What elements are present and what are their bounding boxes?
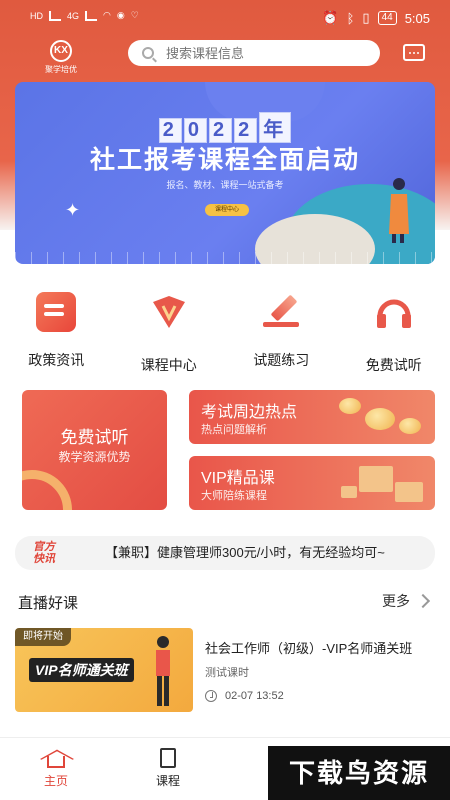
app-notify-icon: ◉ [116, 10, 125, 20]
coin-decoration [365, 408, 395, 430]
quick-item-policy[interactable]: 政策资讯 [0, 292, 113, 372]
signal-4g-icon: 4G [67, 10, 80, 21]
status-bar: HD 4G ◠ ◉ ♡ ⏰ ᛒ ▯ 44 5:05 [0, 0, 450, 36]
more-label: 更多 [382, 593, 410, 609]
box-decoration [341, 486, 357, 498]
course-thumbnail[interactable]: 即将开始 VIP名师通关班 [15, 628, 193, 712]
teacher-illustration [156, 636, 170, 706]
tag-line: 快讯 [33, 553, 55, 565]
quick-item-label: 课程中心 [140, 357, 197, 373]
quick-menu: 政策资讯 课程中心 试题练习 免费试听 [0, 292, 450, 373]
vibrate-icon: ▯ [362, 10, 370, 25]
box-decoration [395, 482, 423, 502]
card-subtitle: 大师陪练课程 [201, 490, 267, 502]
tab-label: 主页 [43, 774, 68, 788]
status-right: ⏰ ᛒ ▯ 44 5:05 [322, 10, 430, 26]
upcoming-badge: 即将开始 [15, 628, 71, 646]
quick-item-label: 免费试听 [365, 357, 422, 373]
alarm-icon: ⏰ [322, 10, 339, 25]
ticker-text: 【兼职】健康管理师300元/小时，有无经验均可~ [105, 545, 385, 560]
official-news-tag: 官方 快讯 [33, 541, 85, 565]
sparkle-icon: ✦ [65, 200, 81, 220]
banner-title: 社工报考课程全面启动 [89, 146, 360, 174]
status-left: HD 4G ◠ ◉ ♡ [30, 10, 139, 21]
search-icon [142, 47, 154, 59]
tag-line: 官方 [33, 541, 55, 553]
year-char: 年 [259, 112, 292, 143]
search-bar[interactable] [128, 40, 380, 66]
clock-icon [205, 690, 217, 702]
card-title: 考试周边热点 [201, 404, 298, 421]
card-title: 免费试听 [60, 428, 129, 447]
course-time: 02-07 13:52 [205, 690, 284, 702]
card-title: VIP精品课 [201, 470, 275, 487]
quick-item-exam[interactable]: 试题练习 [225, 292, 338, 372]
coin-decoration [399, 418, 421, 434]
book-icon [160, 748, 176, 768]
watermark: 下载鸟资源 [268, 746, 450, 800]
tab-home[interactable]: 主页 [0, 738, 112, 800]
quick-item-trial[interactable]: 免费试听 [338, 292, 450, 373]
logo-text: 聚学培优 [45, 65, 77, 74]
wifi-icon: ◠ [103, 10, 111, 20]
card-subtitle: 教学资源优势 [58, 450, 131, 464]
course-time-text: 02-07 13:52 [225, 690, 284, 702]
box-decoration [359, 466, 393, 492]
coin-decoration [339, 398, 361, 414]
banner-button[interactable]: 课程中心 [205, 204, 249, 216]
promo-banner[interactable]: 2022年 社工报考课程全面启动 报名、教材、课程一站式备考 课程中心 ✦ [15, 82, 435, 264]
signal-icon-2 [85, 10, 98, 21]
logo-mark: KX [50, 40, 72, 62]
section-title: 直播好课 [18, 595, 79, 612]
course-subtitle: 测试课时 [205, 667, 249, 679]
clock-time: 5:05 [404, 10, 430, 26]
thumbnail-text: VIP名师通关班 [29, 658, 134, 682]
quick-item-course[interactable]: 课程中心 [113, 292, 226, 373]
more-link[interactable]: 更多 [382, 591, 431, 611]
heart-icon: ♡ [130, 10, 139, 20]
search-input[interactable] [166, 45, 366, 61]
quick-item-label: 政策资讯 [28, 352, 85, 368]
app-logo[interactable]: KX 聚学培优 [36, 40, 86, 75]
banner-ruler-decoration [15, 252, 435, 264]
home-icon [47, 756, 65, 768]
course-icon [152, 296, 185, 328]
bluetooth-icon: ᛒ [346, 10, 355, 26]
message-icon[interactable] [403, 44, 425, 61]
course-name[interactable]: 社会工作师（初级）-VIP名师通关班 [205, 638, 435, 657]
student-illustration [389, 178, 409, 243]
news-icon [36, 292, 77, 332]
card-subtitle: 热点问题解析 [201, 424, 267, 436]
signal-icon [49, 10, 61, 21]
tab-label: 课程 [155, 774, 180, 788]
free-trial-card[interactable]: 免费试听 教学资源优势 [22, 390, 167, 510]
exam-hotspot-card[interactable]: 考试周边热点 热点问题解析 [189, 390, 435, 444]
card-ring-decoration [22, 470, 72, 510]
news-ticker[interactable]: 官方 快讯 【兼职】健康管理师300元/小时，有无经验均可~ [15, 536, 435, 570]
pen-icon [261, 292, 301, 332]
vip-course-card[interactable]: VIP精品课 大师陪练课程 [189, 456, 435, 510]
battery-indicator: 44 [377, 11, 397, 25]
tab-courses[interactable]: 课程 [112, 738, 224, 800]
headphones-icon [376, 299, 411, 328]
quick-item-label: 试题练习 [253, 352, 310, 368]
signal-hd-icon: HD [30, 10, 43, 21]
chevron-right-icon [415, 593, 431, 609]
banner-year: 2022年 [15, 112, 435, 143]
